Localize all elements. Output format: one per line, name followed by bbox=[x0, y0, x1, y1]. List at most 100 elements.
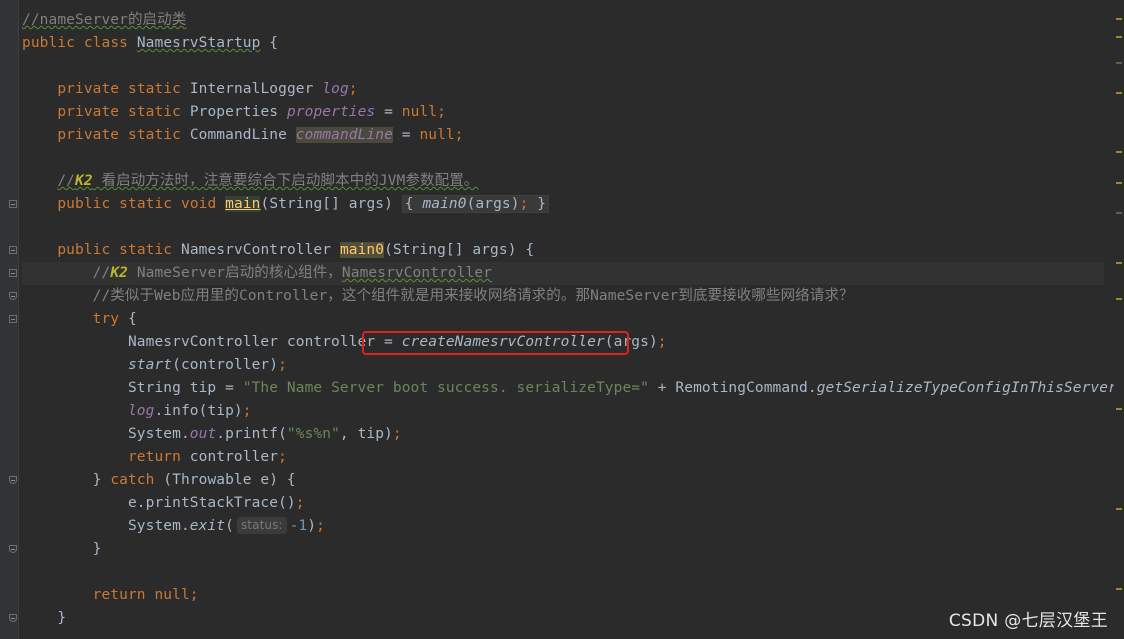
code-line: private static InternalLogger log; bbox=[22, 78, 1104, 101]
warning-marker[interactable] bbox=[1116, 408, 1122, 410]
method-call[interactable]: start bbox=[128, 357, 172, 373]
warning-marker[interactable] bbox=[1116, 36, 1122, 38]
class-ref: System. bbox=[127, 518, 190, 534]
keyword: public bbox=[22, 35, 75, 51]
params: (String[] args) { bbox=[384, 242, 535, 258]
brace: } bbox=[528, 196, 547, 212]
fold-toggle-icon[interactable] bbox=[9, 200, 17, 208]
field: out bbox=[189, 426, 217, 442]
todo-tag: K2 bbox=[110, 265, 128, 281]
brace: } bbox=[92, 472, 111, 488]
semicolon: ; bbox=[437, 104, 446, 120]
field: log bbox=[127, 403, 155, 419]
error-stripe[interactable] bbox=[1114, 0, 1124, 639]
fold-toggle-icon[interactable] bbox=[9, 614, 17, 622]
keyword: return bbox=[127, 449, 181, 465]
class-name: NamesrvStartup bbox=[136, 35, 261, 51]
warning-marker[interactable] bbox=[1116, 182, 1122, 184]
code-line: System.out.printf("%s%n", tip); bbox=[22, 423, 1104, 446]
method-call: .info(tip) bbox=[154, 403, 243, 419]
type: InternalLogger bbox=[189, 81, 314, 97]
fold-toggle-icon[interactable] bbox=[9, 545, 17, 553]
change-marker[interactable] bbox=[1116, 212, 1122, 214]
keyword: return bbox=[92, 587, 146, 603]
method-name[interactable]: main bbox=[225, 196, 261, 212]
code-editor[interactable]: //nameServer的启动类 public class NamesrvSta… bbox=[0, 0, 1124, 639]
warning-marker[interactable] bbox=[1116, 588, 1122, 590]
code-line: public class NamesrvStartup { bbox=[22, 32, 1104, 55]
warning-marker[interactable] bbox=[1116, 92, 1122, 94]
keyword: class bbox=[83, 35, 128, 51]
field: log bbox=[322, 81, 349, 97]
keyword: static bbox=[119, 196, 173, 212]
code-line: private static Properties properties = n… bbox=[22, 101, 1104, 124]
expression: controller bbox=[180, 449, 279, 465]
comment-text: NamesrvController bbox=[341, 265, 493, 281]
fold-toggle-icon[interactable] bbox=[9, 292, 17, 300]
code-line-current: //K2 NameServer启动的核心组件，NamesrvController bbox=[22, 262, 1104, 285]
field: commandLine bbox=[295, 127, 393, 143]
type: CommandLine bbox=[189, 127, 287, 143]
expression: + RemotingCommand. bbox=[648, 380, 817, 396]
args: (args) bbox=[466, 196, 520, 212]
paren: ( bbox=[225, 518, 234, 534]
keyword: static bbox=[127, 127, 181, 143]
method-call[interactable]: exit bbox=[190, 518, 225, 534]
code-line: log.info(tip); bbox=[22, 400, 1104, 423]
code-line: System.exit(status: -1); bbox=[22, 515, 1104, 538]
params: (String[] args) bbox=[260, 196, 402, 212]
fold-toggle-icon[interactable] bbox=[9, 246, 17, 254]
code-line: } bbox=[22, 607, 1104, 630]
semicolon: ; bbox=[295, 495, 305, 511]
brace: { bbox=[260, 35, 279, 51]
args: , tip) bbox=[339, 426, 393, 442]
semicolon: ; bbox=[278, 357, 287, 373]
declaration: NamesrvController controller = bbox=[127, 334, 402, 350]
paren: ) bbox=[307, 518, 317, 534]
method-call[interactable]: getSerializeTypeConfigInThisServer bbox=[817, 380, 1117, 396]
warning-marker[interactable] bbox=[1116, 298, 1122, 300]
folded-body[interactable]: { main0(args); } bbox=[401, 195, 550, 213]
warning-marker[interactable] bbox=[1116, 508, 1122, 510]
highlight-box bbox=[362, 331, 629, 355]
code-line: } catch (Throwable e) { bbox=[22, 469, 1104, 492]
operator: = bbox=[392, 127, 420, 143]
code-line: return controller; bbox=[22, 446, 1104, 469]
method-call[interactable]: main0 bbox=[422, 196, 466, 212]
keyword: private bbox=[57, 104, 120, 120]
string-literal: "%s%n" bbox=[286, 426, 340, 442]
fold-toggle-icon[interactable] bbox=[9, 269, 17, 277]
warning-marker[interactable] bbox=[1116, 262, 1122, 264]
method-call: e.printStackTrace() bbox=[127, 495, 296, 511]
code-line: public static NamesrvController main0(St… bbox=[22, 239, 1104, 262]
type: NamesrvController bbox=[180, 242, 332, 258]
brace: } bbox=[92, 541, 102, 557]
comment: //nameServer的启动类 bbox=[22, 12, 187, 28]
comment-text: 看启动方法时，注意要综合下启动脚本中的JVM参数配置。 bbox=[92, 173, 479, 189]
code-line: start(controller); bbox=[22, 354, 1104, 377]
change-marker[interactable] bbox=[1116, 62, 1122, 64]
code-line: //类似于Web应用里的Controller，这个组件就是用来接收网络请求的。那… bbox=[22, 285, 1104, 308]
keyword: private bbox=[57, 127, 120, 143]
warning-marker[interactable] bbox=[1116, 151, 1122, 153]
number-literal: -1 bbox=[289, 518, 308, 534]
code-area[interactable]: //nameServer的启动类 public class NamesrvSta… bbox=[22, 9, 1124, 630]
code-line: //nameServer的启动类 bbox=[22, 9, 1104, 32]
todo-tag: K2 bbox=[75, 173, 93, 189]
fold-toggle-icon[interactable] bbox=[9, 315, 17, 323]
code-line: e.printStackTrace(); bbox=[22, 492, 1104, 515]
keyword: public bbox=[57, 242, 111, 258]
fold-toggle-icon[interactable] bbox=[9, 476, 17, 484]
watermark: CSDN @七层汉堡王 bbox=[948, 611, 1108, 631]
keyword: public bbox=[57, 196, 111, 212]
brace: { bbox=[119, 311, 137, 327]
keyword: static bbox=[127, 81, 181, 97]
field: properties bbox=[286, 104, 376, 120]
warning-marker[interactable] bbox=[1116, 18, 1122, 20]
method-name[interactable]: main0 bbox=[339, 242, 385, 258]
semicolon: ; bbox=[316, 518, 325, 534]
todo-comment: //K2 NameServer启动的核心组件，NamesrvController bbox=[93, 265, 492, 281]
